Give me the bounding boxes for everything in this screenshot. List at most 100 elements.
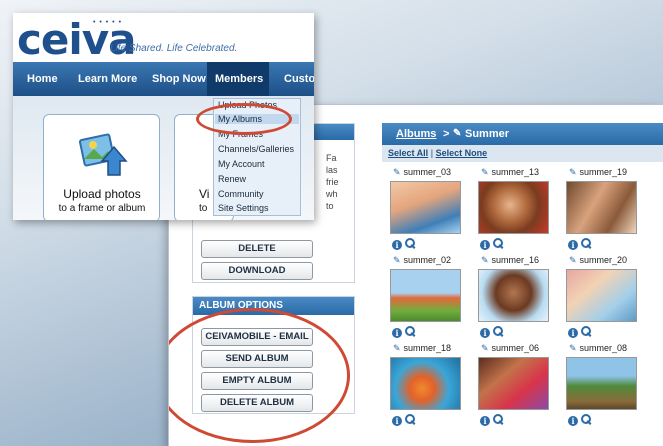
page-text-fragment: Fa las frie wh to	[326, 152, 339, 212]
download-button[interactable]: DOWNLOAD	[201, 262, 313, 280]
members-dropdown: Upload Photos My Albums My Frames Channe…	[213, 98, 301, 216]
pencil-icon[interactable]: ✎	[569, 255, 577, 265]
delete-button[interactable]: DELETE	[201, 240, 313, 258]
menu-community[interactable]: Community	[218, 189, 264, 199]
photo-tile: ✎ summer_06i	[478, 343, 558, 437]
photo-tile: ✎ summer_02i	[390, 255, 470, 349]
menu-upload-photos[interactable]: Upload Photos	[218, 100, 277, 110]
album-options-box: ALBUM OPTIONS CEIVAMOBILE - EMAIL SEND A…	[192, 296, 355, 414]
ceivamobile-email-button[interactable]: CEIVAMOBILE - EMAIL	[201, 328, 313, 346]
photo-thumbnail[interactable]	[566, 181, 637, 234]
info-icon[interactable]: i	[568, 328, 578, 338]
magnifier-icon[interactable]	[493, 238, 503, 248]
photo-tile: ✎ summer_03i	[390, 167, 470, 261]
menu-my-albums[interactable]: My Albums	[215, 114, 299, 124]
pencil-icon[interactable]: ✎	[393, 255, 401, 265]
magnifier-icon[interactable]	[405, 414, 415, 424]
photo-name: summer_19	[579, 167, 628, 177]
photo-tile: ✎ summer_13i	[478, 167, 558, 261]
photo-thumbnail[interactable]	[566, 269, 637, 322]
select-none-link[interactable]: Select None	[436, 148, 488, 158]
pencil-icon[interactable]: ✎	[481, 255, 489, 265]
photo-actions: i	[480, 414, 503, 427]
info-icon[interactable]: i	[480, 240, 490, 250]
pencil-icon[interactable]: ✎	[393, 343, 401, 353]
logo-dots-decoration: • • • • •	[93, 19, 123, 26]
photo-thumbnail[interactable]	[390, 181, 461, 234]
magnifier-icon[interactable]	[405, 238, 415, 248]
photo-thumbnail[interactable]	[390, 269, 461, 322]
upload-card-title: Upload photos	[63, 187, 141, 201]
menu-renew[interactable]: Renew	[218, 174, 246, 184]
album-title: Summer	[465, 128, 510, 140]
info-icon[interactable]: i	[480, 328, 490, 338]
photo-thumbnail[interactable]	[566, 357, 637, 410]
select-bar: Select All | Select None	[382, 145, 663, 162]
photo-thumbnail[interactable]	[478, 181, 549, 234]
info-icon[interactable]: i	[392, 416, 402, 426]
nav-learn-more[interactable]: Learn More	[78, 62, 137, 96]
main-nav: Home Learn More Shop Now Members • • • •…	[13, 62, 314, 106]
photo-actions: i	[568, 414, 591, 427]
photo-tile: ✎ summer_20i	[566, 255, 646, 349]
photo-thumbnail[interactable]	[390, 357, 461, 410]
info-icon[interactable]: i	[568, 240, 578, 250]
photo-thumbnail[interactable]	[478, 269, 549, 322]
pencil-icon[interactable]: ✎	[393, 167, 401, 177]
photo-name: summer_13	[491, 167, 540, 177]
magnifier-icon[interactable]	[581, 414, 591, 424]
photo-actions: i	[568, 238, 591, 251]
pencil-icon[interactable]: ✎	[481, 343, 489, 353]
select-all-link[interactable]: Select All	[388, 148, 428, 158]
nav-shop-now[interactable]: Shop Now	[152, 62, 206, 96]
photo-caption: ✎ summer_16	[481, 255, 539, 266]
photo-actions: i	[480, 326, 503, 339]
photo-actions: i	[392, 326, 415, 339]
menu-site-settings[interactable]: Site Settings	[218, 203, 269, 213]
photo-thumbnail[interactable]	[478, 357, 549, 410]
send-album-button[interactable]: SEND ALBUM	[201, 350, 313, 368]
upload-photo-icon	[78, 133, 128, 176]
menu-my-frames[interactable]: My Frames	[218, 129, 263, 139]
tagline: Life Shared. Life Celebrated.	[110, 43, 238, 54]
magnifier-icon[interactable]	[405, 326, 415, 336]
photo-caption: ✎ summer_08	[569, 343, 627, 354]
text-line: to	[326, 201, 334, 211]
info-icon[interactable]: i	[568, 416, 578, 426]
menu-my-account[interactable]: My Account	[218, 159, 265, 169]
info-icon[interactable]: i	[392, 240, 402, 250]
delete-album-button[interactable]: DELETE ALBUM	[201, 394, 313, 412]
photo-name: summer_02	[403, 255, 452, 265]
photo-name: summer_03	[403, 167, 452, 177]
photo-name: summer_16	[491, 255, 540, 265]
magnifier-icon[interactable]	[493, 326, 503, 336]
photo-caption: ✎ summer_03	[393, 167, 451, 178]
info-icon[interactable]: i	[392, 328, 402, 338]
photo-caption: ✎ summer_02	[393, 255, 451, 266]
pencil-icon[interactable]: ✎	[481, 167, 489, 177]
magnifier-icon[interactable]	[581, 326, 591, 336]
breadcrumb-separator: >	[443, 128, 450, 140]
nav-home[interactable]: Home	[27, 62, 58, 96]
pencil-icon[interactable]: ✎	[569, 343, 577, 353]
select-divider: |	[430, 148, 434, 158]
nav-members[interactable]: Members • • • •	[207, 62, 269, 106]
album-header: Albums > ✎ Summer	[382, 123, 663, 145]
photo-actions: i	[568, 326, 591, 339]
info-icon[interactable]: i	[480, 416, 490, 426]
upload-photos-card[interactable]: Upload photos to a frame or album	[43, 114, 160, 220]
photo-caption: ✎ summer_19	[569, 167, 627, 178]
pencil-icon[interactable]: ✎	[569, 167, 577, 177]
photo-caption: ✎ summer_20	[569, 255, 627, 266]
nav-members-label: Members	[215, 73, 264, 85]
photo-tile: ✎ summer_18 i	[390, 343, 470, 437]
magnifier-icon[interactable]	[581, 238, 591, 248]
nav-custom[interactable]: Custom	[284, 62, 314, 96]
empty-album-button[interactable]: EMPTY ALBUM	[201, 372, 313, 390]
breadcrumb-albums-link[interactable]: Albums	[396, 123, 436, 145]
menu-channels-galleries[interactable]: Channels/Galleries	[218, 144, 294, 154]
pencil-icon[interactable]: ✎	[453, 123, 461, 145]
photo-caption: ✎ summer_06	[481, 343, 539, 354]
magnifier-icon[interactable]	[493, 414, 503, 424]
photo-tile: ✎ summer_19i	[566, 167, 646, 261]
